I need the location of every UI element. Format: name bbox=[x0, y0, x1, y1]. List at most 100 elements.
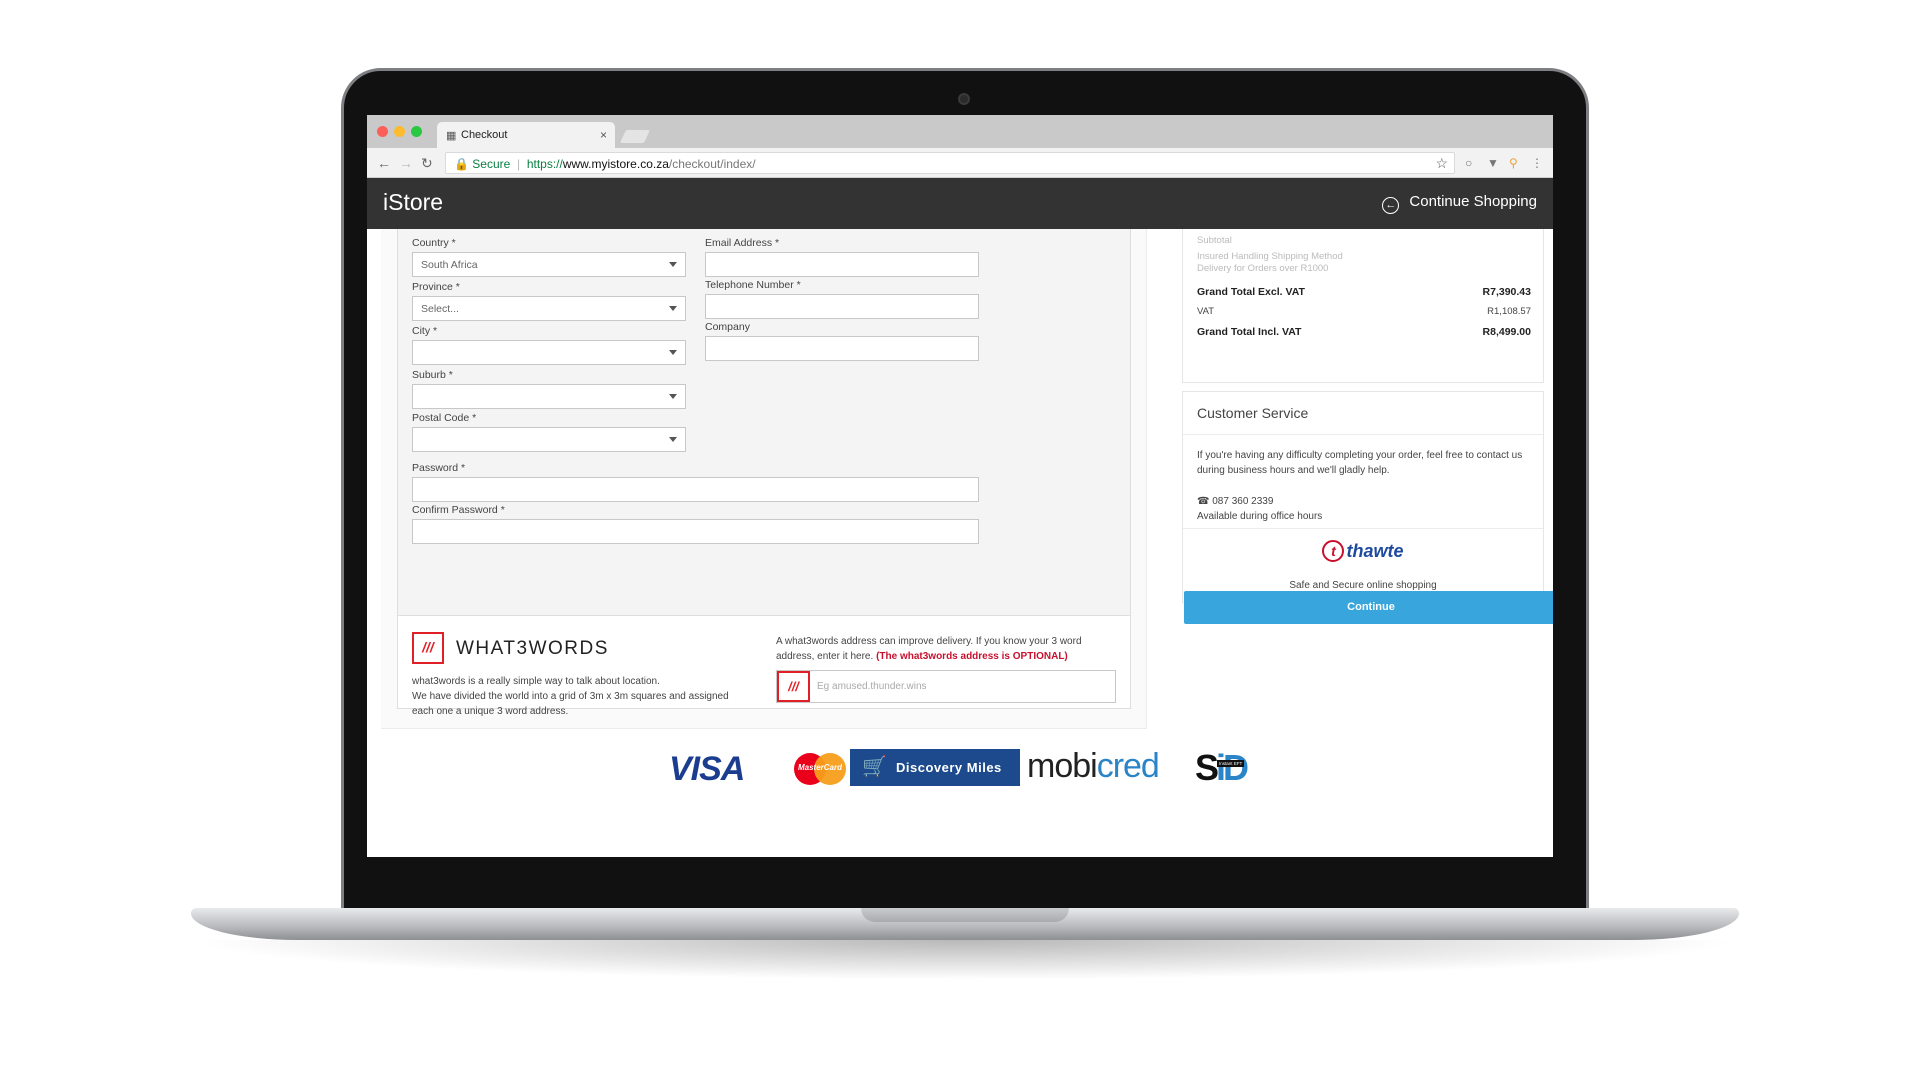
page-icon: ▦ bbox=[446, 130, 457, 142]
continue-shopping-link[interactable]: ← Continue Shopping bbox=[1382, 193, 1537, 214]
customer-service-phone[interactable]: 087 360 2339 bbox=[1212, 496, 1273, 507]
back-arrow-icon: ← bbox=[1382, 197, 1400, 214]
city-select[interactable] bbox=[412, 340, 686, 365]
site-header: iStore ← Continue Shopping bbox=[367, 178, 1553, 229]
phone-icon: ☎ bbox=[1197, 496, 1210, 507]
key-icon[interactable]: ⚲ bbox=[1509, 156, 1518, 170]
thawte-wordmark: thawte bbox=[1346, 540, 1404, 561]
email-label: Email Address * bbox=[705, 237, 780, 249]
sid-letters-id: iD bbox=[1216, 747, 1249, 788]
what3words-description: what3words is a really simple way to tal… bbox=[412, 674, 742, 719]
sid-instant-eft-badge: Instant EFT bbox=[1217, 760, 1245, 767]
thawte-logo: t thawte bbox=[1183, 540, 1543, 562]
country-label: Country * bbox=[412, 237, 456, 249]
suburb-select[interactable] bbox=[412, 384, 686, 409]
summary-faded-row: Insured Handling Shipping Method bbox=[1197, 251, 1531, 262]
secure-shopping-note: Safe and Secure online shopping bbox=[1289, 580, 1437, 591]
customer-service-hours: Available during office hours bbox=[1197, 511, 1323, 522]
grand-total-incl-value: R8,499.00 bbox=[1482, 326, 1531, 338]
menu-icon[interactable]: ⋮ bbox=[1531, 156, 1543, 170]
shipping-method-label: Insured Handling Shipping Method bbox=[1197, 251, 1343, 262]
forward-icon[interactable]: → bbox=[399, 155, 413, 171]
close-window-icon[interactable] bbox=[377, 126, 388, 137]
url-bar[interactable]: 🔒 Secure | https://www.myistore.co.za/ch… bbox=[445, 152, 1455, 174]
divider bbox=[1183, 434, 1543, 435]
browser-toolbar: ← → ↻ 🔒 Secure | https://www.myistore.co… bbox=[367, 148, 1553, 178]
customer-service-title: Customer Service bbox=[1197, 405, 1309, 421]
url-prefix: https:// bbox=[526, 157, 563, 171]
camera-icon bbox=[958, 93, 970, 105]
country-select[interactable]: South Africa bbox=[412, 252, 686, 277]
what3words-desc-line2: We have divided the world into a grid of… bbox=[412, 691, 729, 717]
grand-total-incl-row: Grand Total Incl. VAT R8,499.00 bbox=[1197, 326, 1531, 338]
site-logo[interactable]: iStore bbox=[383, 189, 443, 216]
continue-button[interactable]: Continue bbox=[1184, 591, 1553, 624]
country-value: South Africa bbox=[421, 259, 478, 271]
chevron-down-icon bbox=[669, 394, 677, 399]
reload-icon[interactable]: ↻ bbox=[421, 155, 433, 172]
customer-service-box: Customer Service If you're having any di… bbox=[1182, 391, 1544, 603]
company-label: Company bbox=[705, 321, 750, 333]
grand-total-excl-row: Grand Total Excl. VAT R7,390.43 bbox=[1197, 286, 1531, 298]
grand-total-excl-value: R7,390.43 bbox=[1482, 286, 1531, 298]
new-tab-button[interactable] bbox=[619, 130, 651, 143]
grand-total-excl-label: Grand Total Excl. VAT bbox=[1197, 286, 1305, 298]
company-field[interactable] bbox=[705, 336, 979, 361]
chevron-down-icon bbox=[669, 350, 677, 355]
telephone-field[interactable] bbox=[705, 294, 979, 319]
vat-label: VAT bbox=[1197, 306, 1215, 317]
delivery-label: Delivery for Orders over R1000 bbox=[1197, 263, 1329, 274]
lock-icon: 🔒 bbox=[454, 157, 469, 171]
divider bbox=[1183, 528, 1543, 529]
city-label: City * bbox=[412, 325, 438, 337]
discovery-miles-logo: 🛒 Discovery Miles bbox=[850, 749, 1020, 786]
password-label: Password * bbox=[412, 462, 466, 474]
vat-value: R1,108.57 bbox=[1487, 306, 1531, 317]
back-icon[interactable]: ← bbox=[377, 155, 391, 171]
what3words-optional-note: (The what3words address is OPTIONAL) bbox=[876, 651, 1068, 662]
chevron-down-icon bbox=[669, 306, 677, 311]
grand-total-incl-label: Grand Total Incl. VAT bbox=[1197, 326, 1302, 338]
what3words-desc-line1: what3words is a really simple way to tal… bbox=[412, 676, 660, 687]
what3words-info: A what3words address can improve deliver… bbox=[776, 634, 1116, 664]
confirm-password-field[interactable] bbox=[412, 519, 979, 544]
browser-tab[interactable]: ▦ Checkout × bbox=[437, 122, 615, 148]
vat-row: VAT R1,108.57 bbox=[1197, 306, 1531, 317]
laptop-notch bbox=[861, 908, 1069, 922]
what3words-logo-icon: /// bbox=[412, 632, 444, 664]
what3words-input[interactable]: /// Eg amused.thunder.wins bbox=[776, 670, 1116, 703]
mastercard-logo: MasterCard bbox=[794, 753, 846, 785]
suburb-label: Suburb * bbox=[412, 369, 453, 381]
what3words-placeholder: Eg amused.thunder.wins bbox=[817, 681, 927, 692]
postal-code-select[interactable] bbox=[412, 427, 686, 452]
laptop-base bbox=[191, 908, 1739, 940]
password-field[interactable] bbox=[412, 477, 979, 502]
mastercard-label: MasterCard bbox=[797, 763, 842, 772]
url-path: /checkout/index/ bbox=[668, 157, 756, 171]
customer-service-text: If you're having any difficulty completi… bbox=[1197, 450, 1523, 476]
browser-tabbar: ▦ Checkout × bbox=[367, 115, 1553, 148]
order-summary: Subtotal Insured Handling Shipping Metho… bbox=[1182, 229, 1544, 383]
tab-title: Checkout bbox=[461, 129, 508, 141]
confirm-password-label: Confirm Password * bbox=[412, 504, 505, 516]
chevron-down-icon bbox=[669, 262, 677, 267]
tab-close-icon[interactable]: × bbox=[600, 128, 607, 142]
province-value: Select... bbox=[421, 303, 459, 315]
what3words-wordmark: WHAT3WORDS bbox=[456, 638, 609, 659]
summary-faded-row: Subtotal bbox=[1197, 235, 1531, 246]
extension-icon[interactable]: ○ bbox=[1465, 156, 1472, 170]
mobicred-logo: mobicred bbox=[1027, 747, 1160, 786]
email-field[interactable] bbox=[705, 252, 979, 277]
maximize-window-icon[interactable] bbox=[411, 126, 422, 137]
sid-logo: SiD bbox=[1195, 747, 1249, 789]
what3words-section: /// WHAT3WORDS what3words is a really si… bbox=[397, 615, 1131, 717]
thawte-icon: t bbox=[1322, 540, 1345, 562]
province-select[interactable]: Select... bbox=[412, 296, 686, 321]
minimize-window-icon[interactable] bbox=[394, 126, 405, 137]
pocket-icon[interactable]: ▼ bbox=[1487, 156, 1499, 170]
bookmark-star-icon[interactable]: ☆ bbox=[1435, 155, 1448, 172]
url-host: www.myistore.co.za bbox=[562, 157, 669, 171]
secure-label: Secure bbox=[472, 157, 511, 171]
summary-faded-row: Delivery for Orders over R1000 bbox=[1197, 263, 1531, 274]
laptop-shadow bbox=[190, 940, 1740, 980]
